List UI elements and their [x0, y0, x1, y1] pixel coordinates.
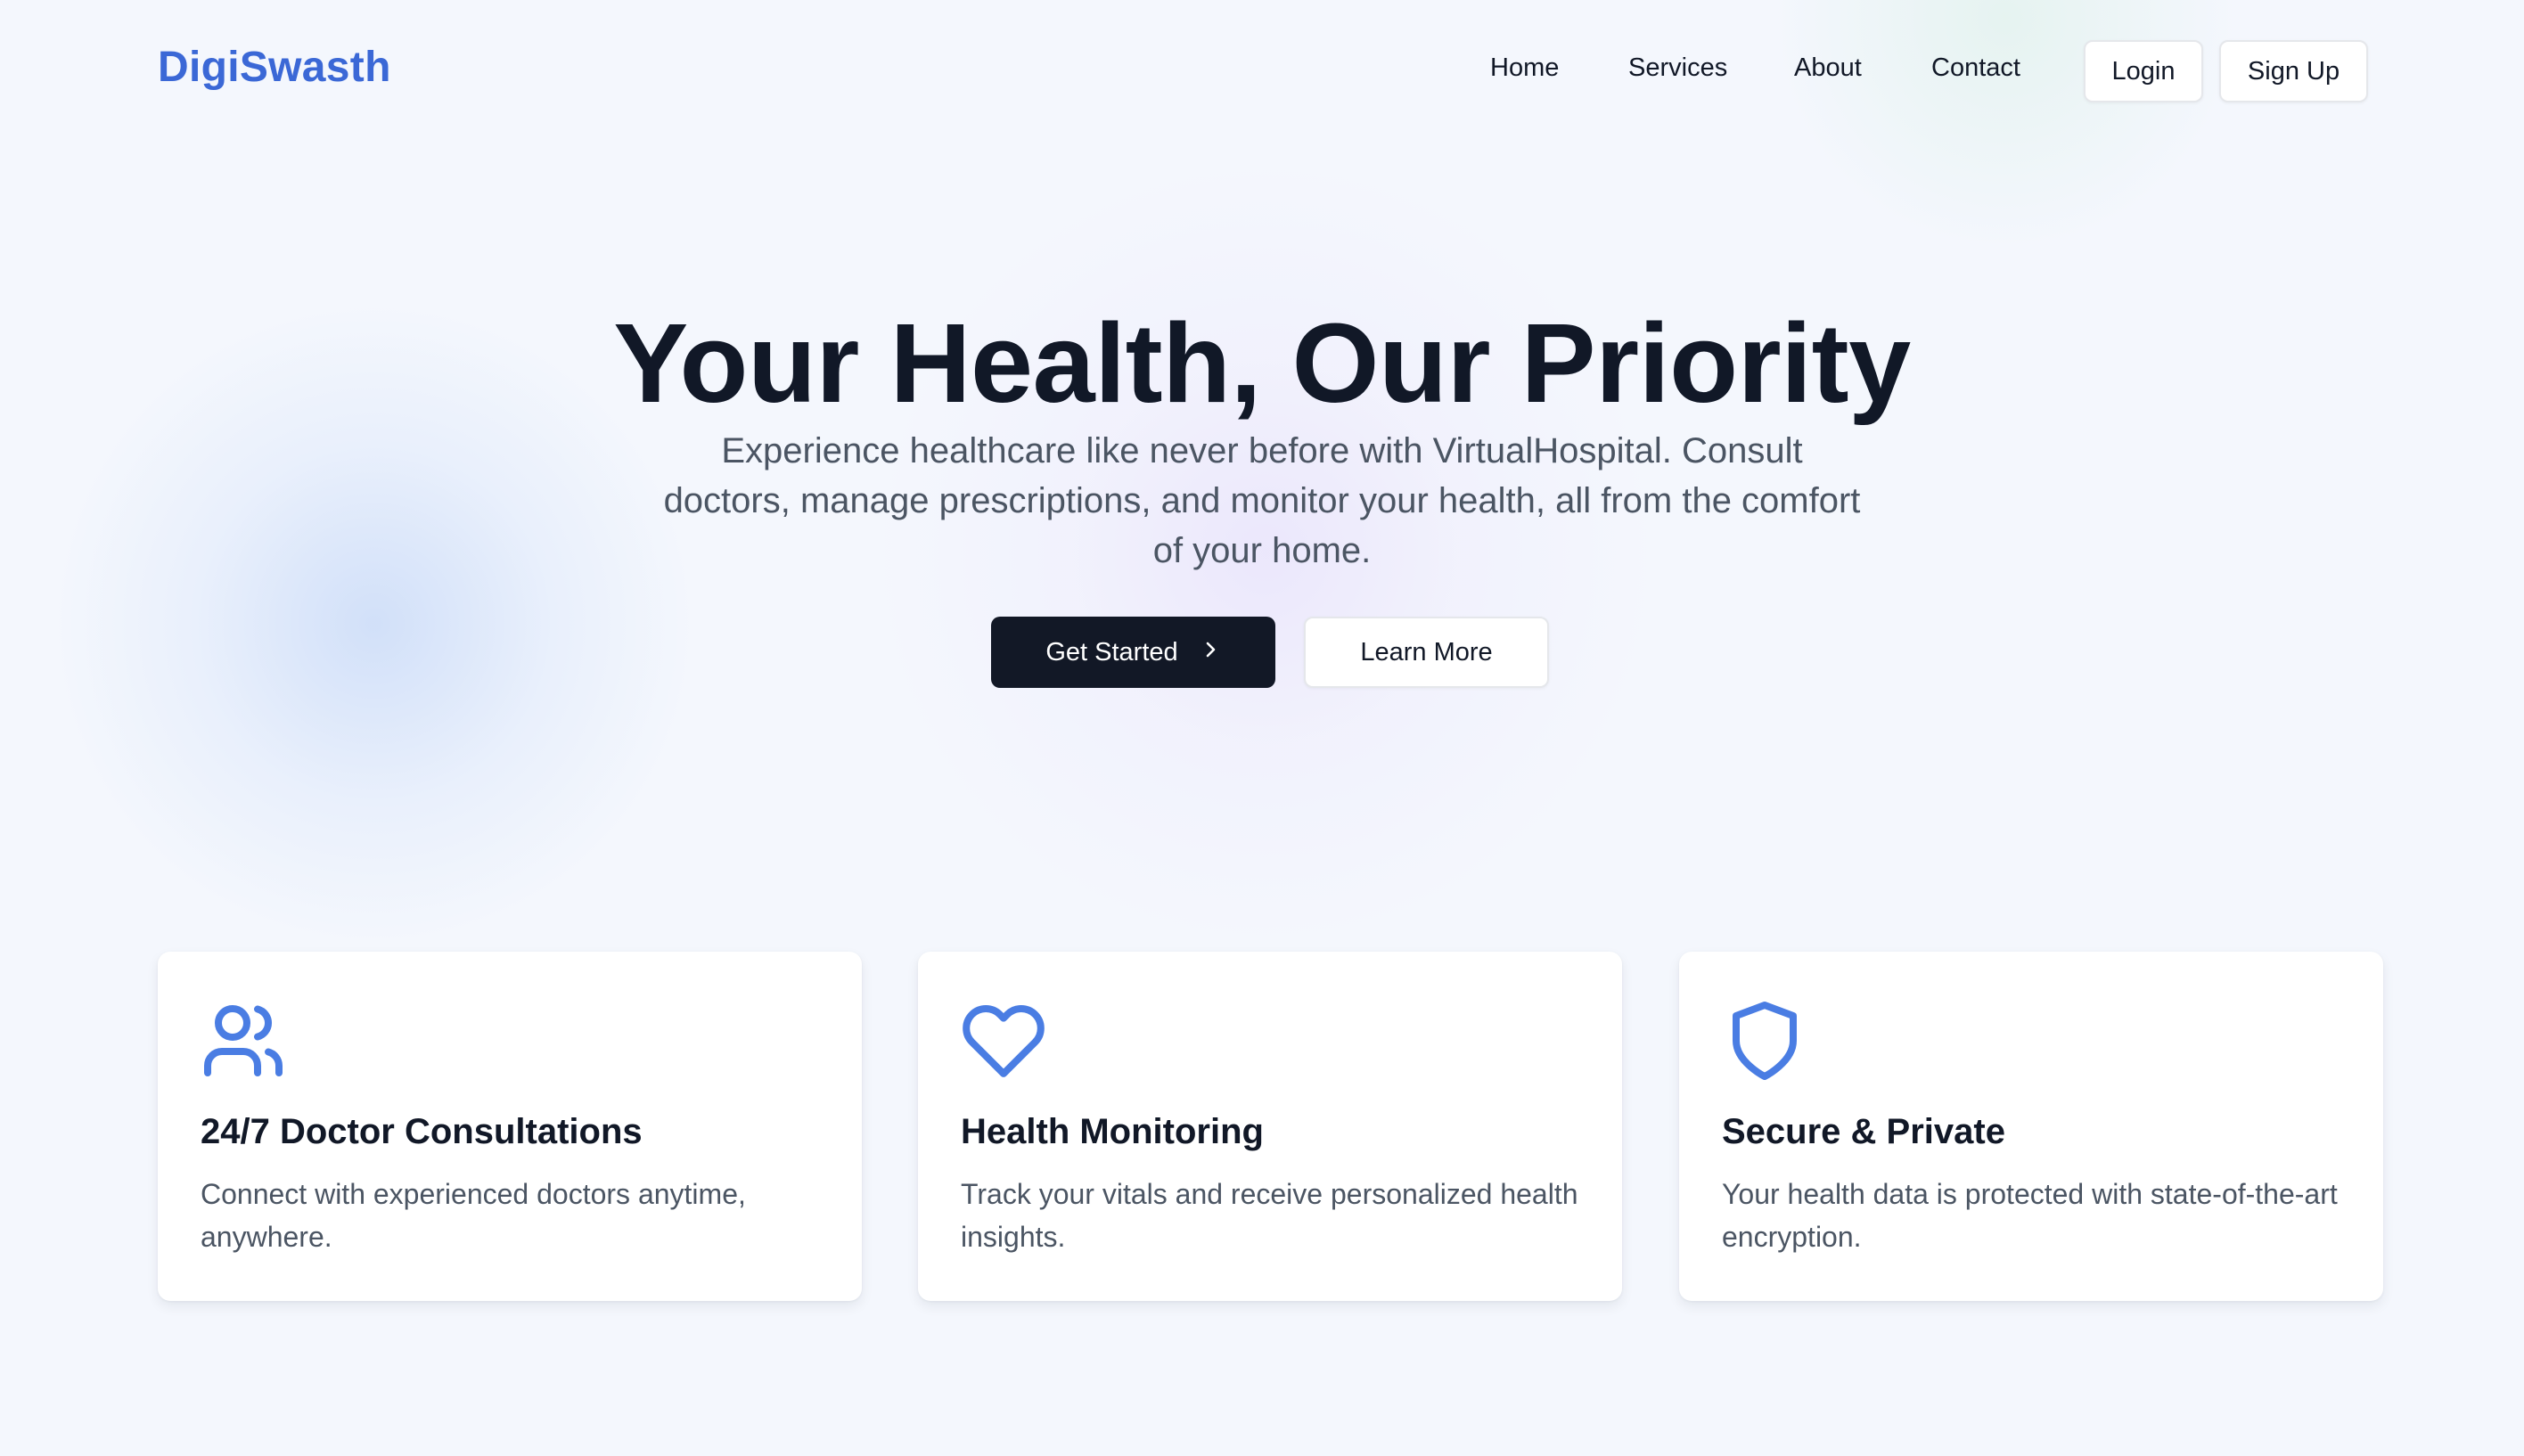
nav-link-services[interactable]: Services: [1628, 53, 1727, 83]
feature-title: 24/7 Doctor Consultations: [201, 1112, 643, 1151]
hero-subtitle: Experience healthcare like never before …: [663, 431, 1861, 570]
get-started-button[interactable]: Get Started: [991, 617, 1275, 688]
nav-link-about[interactable]: About: [1794, 53, 1862, 83]
hero-title: Your Health, Our Priority: [613, 300, 1911, 426]
feature-description: Connect with experienced doctors anytime…: [201, 1178, 746, 1253]
shield-icon: [1722, 998, 1807, 1084]
feature-card-consultations: 24/7 Doctor Consultations Connect with e…: [158, 952, 862, 1301]
heart-icon: [961, 998, 1046, 1084]
users-icon: [201, 998, 286, 1084]
get-started-label: Get Started: [1045, 637, 1178, 667]
feature-description: Your health data is protected with state…: [1722, 1178, 2338, 1253]
login-button[interactable]: Login: [2084, 40, 2203, 102]
nav-link-contact[interactable]: Contact: [1931, 53, 2020, 83]
page: DigiSwasth Home Services About Contact L…: [0, 0, 2524, 1456]
signup-button[interactable]: Sign Up: [2219, 40, 2368, 102]
navbar: DigiSwasth Home Services About Contact L…: [0, 0, 2524, 143]
feature-title: Secure & Private: [1722, 1112, 2005, 1151]
feature-title: Health Monitoring: [961, 1112, 1264, 1151]
nav-link-home[interactable]: Home: [1490, 53, 1559, 83]
feature-card-monitoring: Health Monitoring Track your vitals and …: [918, 952, 1622, 1301]
feature-description: Track your vitals and receive personaliz…: [961, 1178, 1578, 1253]
chevron-right-icon: [1200, 638, 1221, 667]
learn-more-button[interactable]: Learn More: [1304, 617, 1549, 688]
feature-card-security: Secure & Private Your health data is pro…: [1679, 952, 2383, 1301]
